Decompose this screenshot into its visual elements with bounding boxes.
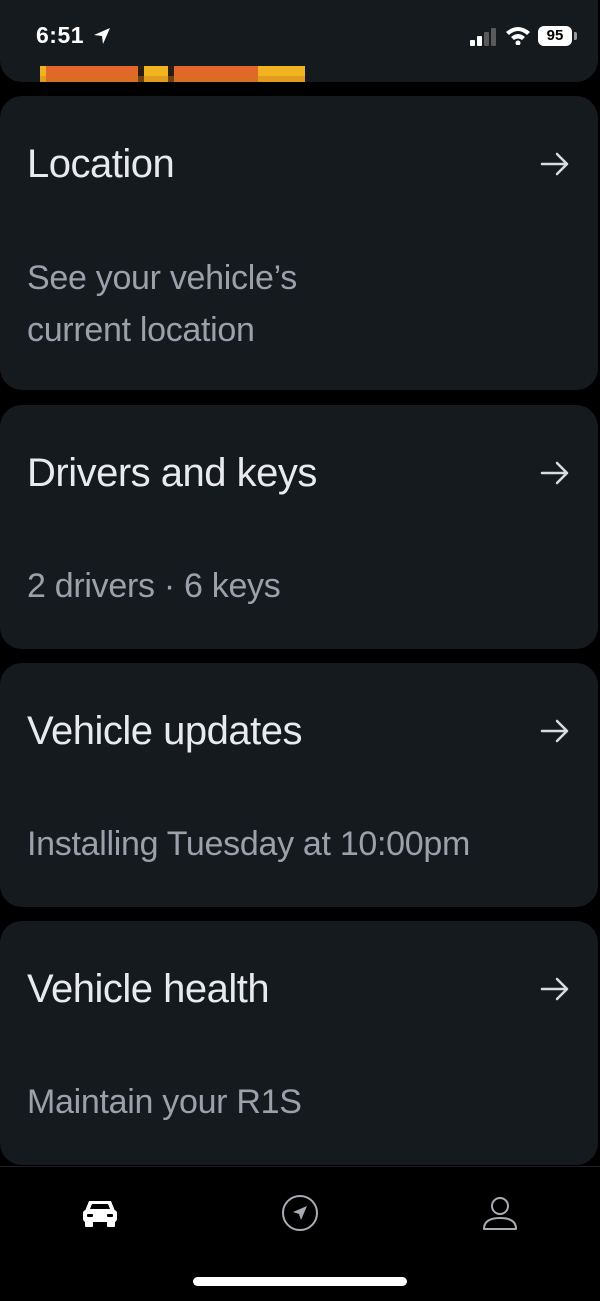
battery-indicator: 95: [538, 26, 572, 46]
location-title: Location: [27, 142, 175, 186]
profile-icon: [483, 1197, 517, 1230]
tab-navigation[interactable]: [278, 1193, 322, 1233]
home-indicator: [193, 1277, 407, 1286]
tab-vehicle[interactable]: [78, 1193, 122, 1233]
drivers-keys-subtitle: 2 drivers · 6 keys: [27, 567, 281, 605]
vehicle-updates-subtitle: Installing Tuesday at 10:00pm: [27, 825, 471, 863]
location-subtitle-line2: current location: [27, 311, 255, 349]
status-bar: 6:51 95: [0, 0, 600, 72]
location-subtitle: See your vehicle’s current location: [27, 252, 297, 356]
vehicle-updates-title: Vehicle updates: [27, 709, 302, 753]
status-time: 6:51: [36, 22, 85, 48]
arrow-right-icon: [540, 977, 569, 1001]
vehicle-health-card[interactable]: Vehicle health Maintain your R1S: [0, 921, 598, 1165]
arrow-right-icon: [540, 152, 569, 176]
location-subtitle-line1: See your vehicle’s: [27, 259, 297, 297]
vehicle-updates-card[interactable]: Vehicle updates Installing Tuesday at 10…: [0, 663, 598, 907]
navigation-icon: [282, 1195, 318, 1231]
car-icon: [83, 1201, 117, 1227]
vehicle-health-title: Vehicle health: [27, 967, 270, 1011]
battery-nub: [574, 32, 577, 40]
wifi-icon: [506, 27, 530, 45]
arrow-right-icon: [540, 719, 569, 743]
cellular-signal-icon: [470, 28, 496, 46]
drivers-keys-card[interactable]: Drivers and keys 2 drivers · 6 keys: [0, 405, 598, 649]
location-services-icon: [94, 28, 110, 44]
drivers-keys-title: Drivers and keys: [27, 451, 317, 495]
arrow-right-icon: [540, 461, 569, 485]
location-card[interactable]: Location See your vehicle’s current loca…: [0, 96, 598, 390]
vehicle-health-subtitle: Maintain your R1S: [27, 1083, 302, 1121]
tab-profile[interactable]: [478, 1193, 522, 1233]
